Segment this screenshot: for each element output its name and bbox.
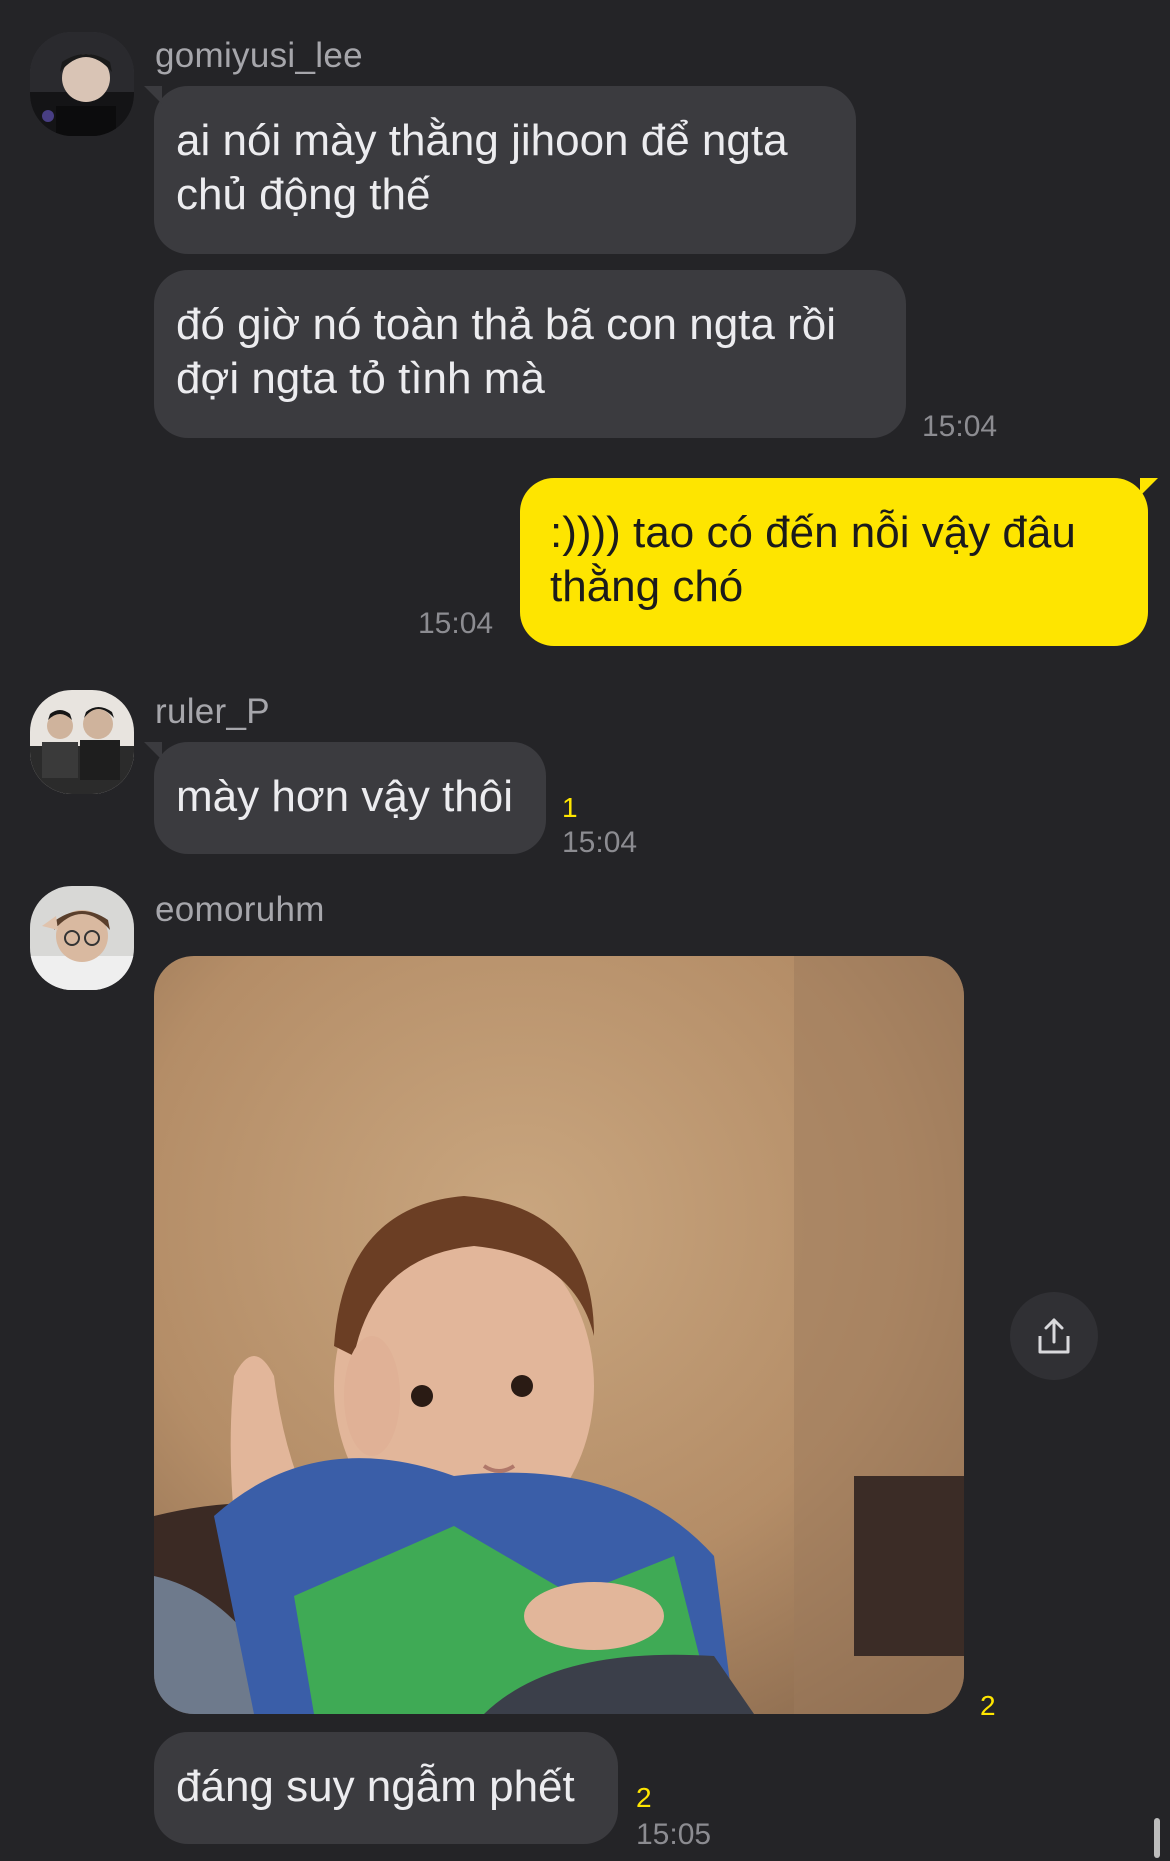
unread-count: 2 (636, 1782, 652, 1813)
message-text: mày hơn vậy thôi (176, 772, 514, 821)
message-bubble[interactable]: ai nói mày thằng jihoon để ngta chủ động… (144, 86, 856, 254)
sender-name: eomoruhm (155, 890, 325, 929)
sender-name: ruler_P (155, 692, 270, 731)
message-text: ai nói mày thằng jihoon để ngta chủ động… (176, 116, 788, 219)
avatar-eomoruhm[interactable] (30, 886, 134, 990)
avatar-ruler-p[interactable] (30, 690, 134, 794)
message-time: 15:04 (418, 607, 494, 640)
message-time: 15:05 (636, 1818, 712, 1851)
message-time: 15:04 (562, 826, 638, 859)
message-bubble[interactable]: đáng suy ngẫm phết (154, 1732, 618, 1844)
message-text: đó giờ nó toàn thả bã con ngta rồi đợi n… (176, 300, 836, 403)
message-text: đáng suy ngẫm phết (176, 1762, 575, 1811)
share-icon (1038, 1318, 1070, 1354)
message-bubble[interactable]: mày hơn vậy thôi (144, 742, 546, 854)
photo-message[interactable] (154, 956, 964, 1714)
sender-name: gomiyusi_lee (155, 36, 363, 75)
share-button[interactable] (1010, 1292, 1098, 1380)
avatar-gomiyusi-lee[interactable] (30, 32, 134, 136)
scrollbar[interactable] (1154, 1818, 1160, 1858)
message-text: :)))) tao có đến nỗi vậy đâu thằng chó (550, 508, 1076, 611)
message-bubble[interactable]: đó giờ nó toàn thả bã con ngta rồi đợi n… (154, 270, 906, 438)
photo-image (154, 956, 964, 1714)
message-time: 15:04 (922, 410, 998, 443)
my-message-bubble[interactable]: :)))) tao có đến nỗi vậy đâu thằng chó (520, 478, 1158, 646)
photo-unread-count: 2 (980, 1690, 996, 1721)
unread-count: 1 (562, 792, 578, 823)
